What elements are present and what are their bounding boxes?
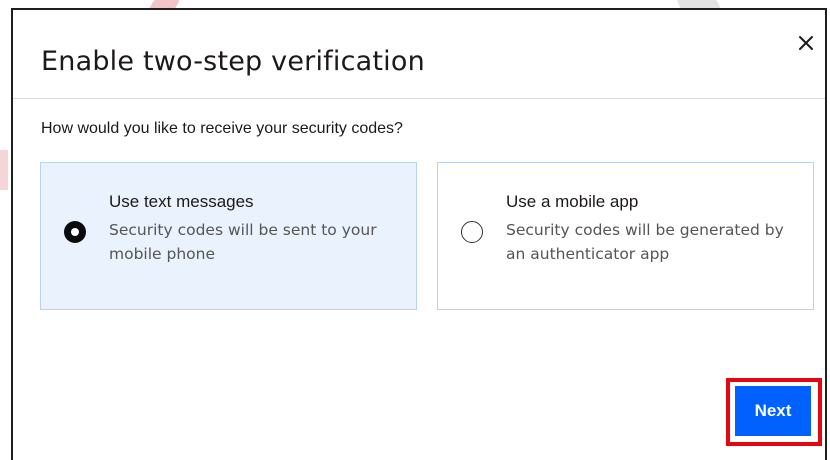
close-icon bbox=[799, 36, 813, 50]
option-title: Use text messages bbox=[109, 192, 254, 211]
radio-selected-icon[interactable] bbox=[64, 221, 86, 243]
watermark-fragment bbox=[0, 150, 8, 190]
option-description: Security codes will be sent to your mobi… bbox=[109, 221, 377, 263]
title-divider bbox=[13, 98, 825, 99]
two-step-verification-dialog: Enable two-step verification How would y… bbox=[11, 8, 827, 460]
option-text-messages[interactable]: Use text messages Security codes will be… bbox=[40, 162, 417, 310]
option-mobile-app[interactable]: Use a mobile app Security codes will be … bbox=[437, 162, 814, 310]
option-title: Use a mobile app bbox=[506, 192, 639, 211]
close-button[interactable] bbox=[793, 30, 819, 56]
dialog-title: Enable two-step verification bbox=[41, 46, 425, 77]
option-description: Security codes will be generated by an a… bbox=[506, 221, 784, 263]
next-button[interactable]: Next bbox=[735, 386, 811, 436]
radio-unselected-icon[interactable] bbox=[461, 221, 483, 243]
delivery-question: How would you like to receive your secur… bbox=[41, 120, 403, 137]
